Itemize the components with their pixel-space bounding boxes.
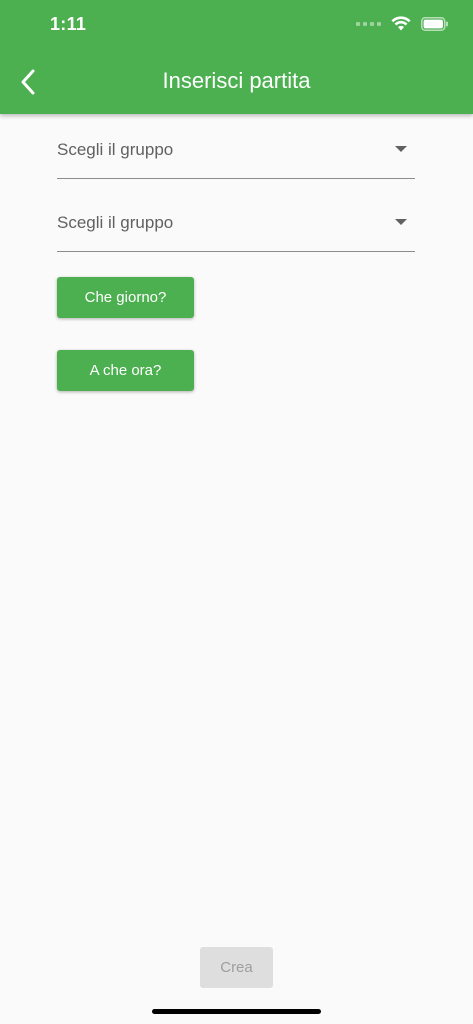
status-icons bbox=[356, 16, 449, 31]
group-select-1-label: Scegli il gruppo bbox=[57, 140, 174, 159]
caret-down-icon bbox=[395, 146, 407, 152]
status-time: 1:11 bbox=[50, 14, 87, 34]
time-picker-button[interactable]: A che ora? bbox=[57, 350, 194, 391]
app-bar: 1:11 Inserisci partita bbox=[0, 0, 473, 114]
group-select-2[interactable]: Scegli il gruppo bbox=[57, 207, 415, 252]
date-picker-button[interactable]: Che giorno? bbox=[57, 277, 194, 318]
caret-down-icon bbox=[395, 219, 407, 225]
battery-icon bbox=[421, 16, 448, 31]
group-select-1[interactable]: Scegli il gruppo bbox=[57, 134, 415, 179]
home-indicator bbox=[152, 1009, 321, 1014]
page-title: Inserisci partita bbox=[162, 68, 311, 93]
create-button[interactable]: Crea bbox=[200, 947, 273, 988]
group-select-2-label: Scegli il gruppo bbox=[57, 213, 174, 232]
cellular-signal-icon bbox=[356, 21, 381, 26]
wifi-icon bbox=[391, 16, 411, 31]
